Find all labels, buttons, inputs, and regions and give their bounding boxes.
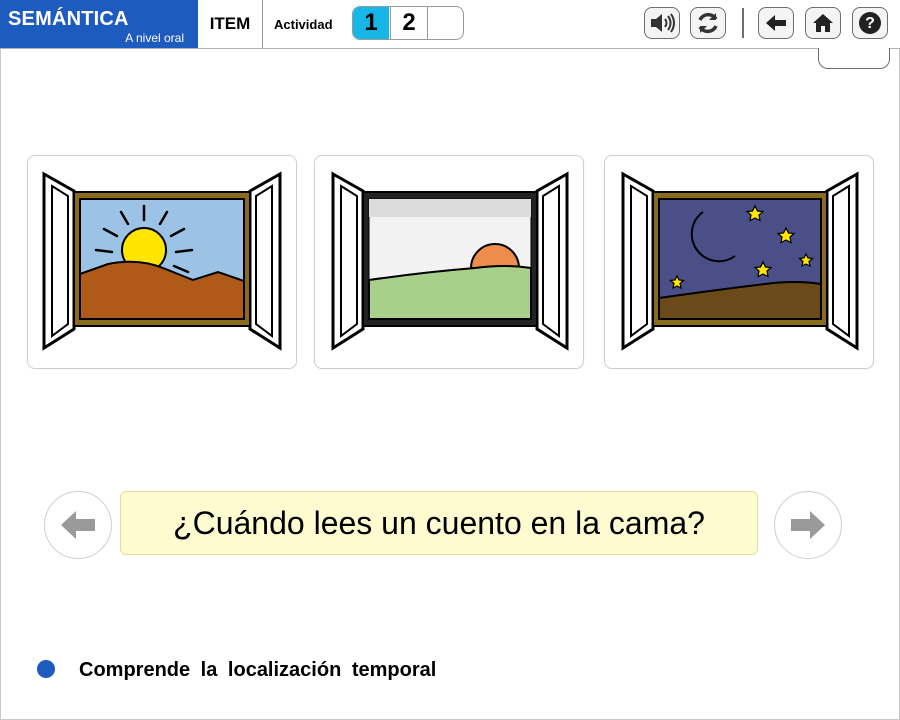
sound-button[interactable]: [644, 7, 680, 39]
refresh-icon: [698, 12, 718, 34]
help-button[interactable]: ?: [852, 7, 888, 39]
objective-bullet-icon: [37, 660, 55, 678]
activity-2-button[interactable]: 2: [390, 7, 427, 39]
next-button[interactable]: [774, 491, 842, 559]
option-card-night[interactable]: [604, 155, 874, 369]
help-icon: ?: [859, 12, 881, 34]
speaker-icon: [651, 13, 675, 33]
back-button[interactable]: [758, 7, 794, 39]
home-icon: [813, 14, 833, 32]
toolbar-divider: [742, 8, 744, 38]
activity-3-button[interactable]: [427, 7, 463, 39]
learning-objective: Comprende la localización temporal: [79, 659, 437, 681]
restart-button[interactable]: [690, 7, 726, 39]
option-card-morning[interactable]: [27, 155, 297, 369]
left-arrow-icon: [61, 511, 95, 539]
header-tab: [818, 48, 890, 69]
previous-button[interactable]: [44, 491, 112, 559]
back-arrow-icon: [766, 15, 786, 31]
brand-title: SEMÁNTICA: [8, 8, 129, 30]
activity-label: Actividad: [274, 17, 333, 32]
question-prompt: ¿Cuándo lees un cuento en la cama?: [120, 491, 758, 555]
top-bar: SEMÁNTICA A nivel oral ITEM Actividad 1 …: [0, 0, 900, 49]
night-window-image: [621, 171, 859, 351]
brand-subtitle: A nivel oral: [125, 31, 184, 45]
activity-1-button[interactable]: 1: [353, 7, 389, 39]
svg-text:?: ?: [865, 15, 875, 32]
right-arrow-icon: [791, 511, 825, 539]
sunrise-window-image: [42, 171, 282, 351]
option-card-afternoon[interactable]: [314, 155, 584, 369]
brand-block: SEMÁNTICA A nivel oral: [0, 0, 198, 48]
home-button[interactable]: [805, 7, 841, 39]
item-label: ITEM: [198, 0, 263, 48]
activity-selector: 1 2: [352, 6, 464, 40]
sunset-window-image: [331, 171, 569, 351]
